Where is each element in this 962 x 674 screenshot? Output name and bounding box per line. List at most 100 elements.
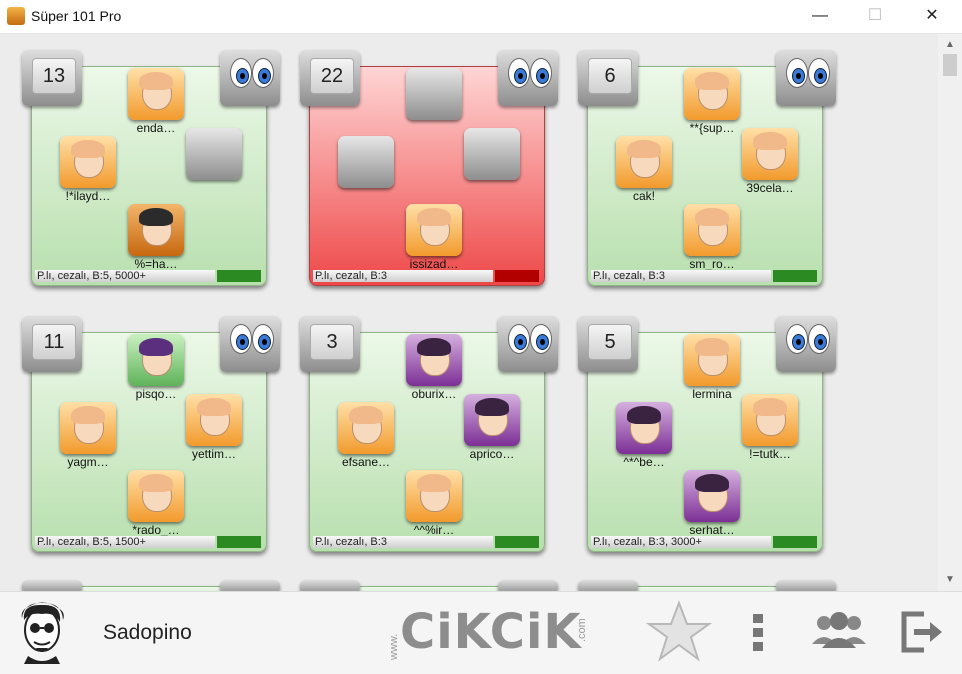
more-menu-icon[interactable] [746, 600, 770, 662]
minimize-button[interactable]: — [797, 0, 843, 33]
player-seat[interactable]: pisqo… [126, 334, 186, 401]
game-table[interactable]: 3 oburix… efsane… aprico… ^^%ir… P.lı, cezalı… [300, 316, 558, 556]
game-table[interactable]: 6 **{sup… cak! 39cela… sm_ro… P.lı, cezalı, B… [578, 50, 836, 290]
player-avatar[interactable] [60, 402, 116, 454]
table-number: 6 [588, 58, 632, 94]
empty-seat-button[interactable] [406, 68, 462, 120]
eyes-icon [506, 56, 552, 90]
game-table-partial[interactable] [22, 580, 280, 591]
maximize-button[interactable]: ☐ [852, 0, 898, 33]
player-avatar[interactable] [406, 204, 462, 256]
close-button[interactable]: ✕ [909, 0, 955, 33]
scroll-down-arrow-icon[interactable]: ▼ [938, 571, 962, 589]
player-avatar[interactable] [684, 204, 740, 256]
eye-icon [230, 324, 252, 354]
player-avatar[interactable] [338, 402, 394, 454]
player-seat[interactable]: ^^%ir… [404, 470, 464, 537]
player-name: aprico… [469, 447, 515, 461]
table-number: 13 [32, 58, 76, 94]
player-seat[interactable]: cak! [614, 136, 674, 203]
player-avatar[interactable] [128, 334, 184, 386]
scroll-up-arrow-icon[interactable]: ▲ [938, 36, 962, 54]
empty-seat[interactable] [336, 136, 396, 188]
table-number: 22 [310, 58, 354, 94]
player-avatar[interactable] [616, 402, 672, 454]
table-number-tab: 3 [300, 316, 360, 372]
game-table[interactable]: 22 issizad… P.lı, cezalı, B:3 [300, 50, 558, 290]
title-bar: Süper 101 Pro — ☐ ✕ [0, 0, 962, 34]
player-avatar[interactable] [742, 128, 798, 180]
player-seat[interactable]: enda… [126, 68, 186, 135]
table-rules: P.lı, cezalı, B:3 [591, 270, 771, 282]
watch-button[interactable] [220, 316, 280, 372]
vertical-scrollbar[interactable]: ▲ ▼ [938, 34, 962, 591]
player-seat[interactable]: issizad… [404, 204, 464, 271]
player-seat[interactable]: !=tutk… [740, 394, 800, 461]
player-avatar[interactable] [684, 470, 740, 522]
player-avatar[interactable] [742, 394, 798, 446]
game-table-partial[interactable] [578, 580, 836, 591]
player-seat[interactable]: **{sup… [682, 68, 742, 135]
player-avatar[interactable] [464, 394, 520, 446]
player-avatar[interactable] [186, 394, 242, 446]
player-seat[interactable]: !*ilayd… [58, 136, 118, 203]
game-table[interactable]: 11 pisqo… yagm… yettim… *rado_… P.lı, cezalı,… [22, 316, 280, 556]
player-seat[interactable]: aprico… [462, 394, 522, 461]
player-avatar[interactable] [128, 470, 184, 522]
empty-seat[interactable] [404, 68, 464, 120]
player-seat[interactable]: oburix… [404, 334, 464, 401]
username: Sadopino [103, 621, 192, 644]
player-avatar[interactable] [684, 68, 740, 120]
empty-seat-button[interactable] [464, 128, 520, 180]
pupil-icon [814, 334, 827, 350]
player-seat[interactable]: lermina [682, 334, 742, 401]
avatar-hair [753, 398, 787, 416]
player-avatar[interactable] [684, 334, 740, 386]
watch-button [776, 580, 836, 591]
avatar-hair [695, 72, 729, 90]
player-avatar[interactable] [128, 204, 184, 256]
empty-seat-button[interactable] [186, 128, 242, 180]
watch-button[interactable] [498, 316, 558, 372]
empty-seat-button[interactable] [338, 136, 394, 188]
player-avatar[interactable] [128, 68, 184, 120]
player-seat[interactable]: serhat… [682, 470, 742, 537]
player-seat[interactable]: ^*^be… [614, 402, 674, 469]
game-table-partial[interactable] [300, 580, 558, 591]
exit-icon[interactable] [900, 600, 944, 662]
player-avatar[interactable] [60, 136, 116, 188]
player-seat[interactable]: 39cela… [740, 128, 800, 195]
player-seat[interactable]: %=ha… [126, 204, 186, 271]
empty-seat[interactable] [462, 128, 522, 180]
pupil-icon [514, 334, 527, 350]
watch-button[interactable] [220, 50, 280, 106]
user-avatar[interactable] [14, 600, 70, 664]
friends-icon[interactable] [808, 600, 870, 662]
game-table[interactable]: 13 enda… !*ilayd… %=ha… P.lı, cezalı, B:5, 5… [22, 50, 280, 290]
eye-icon [230, 58, 252, 88]
logo-prefix: www. [388, 633, 400, 660]
empty-seat[interactable] [184, 128, 244, 180]
table-number-tab [300, 580, 360, 591]
player-avatar[interactable] [616, 136, 672, 188]
player-name: oburix… [411, 387, 457, 401]
watch-button[interactable] [776, 50, 836, 106]
watch-button[interactable] [776, 316, 836, 372]
player-avatar[interactable] [406, 334, 462, 386]
player-seat[interactable]: yettim… [184, 394, 244, 461]
table-status-bar [495, 270, 539, 282]
game-table[interactable]: 5 lermina ^*^be… !=tutk… serhat… P.lı, cezalı… [578, 316, 836, 556]
player-seat[interactable]: yagm… [58, 402, 118, 469]
player-name: !=tutk… [749, 447, 791, 461]
player-seat[interactable]: efsane… [336, 402, 396, 469]
eye-icon [786, 324, 808, 354]
scroll-thumb[interactable] [943, 54, 957, 76]
watch-button[interactable] [498, 50, 558, 106]
favorite-star-icon[interactable] [646, 600, 712, 662]
eye-icon [252, 324, 274, 354]
player-name: !*ilayd… [65, 189, 111, 203]
player-seat[interactable]: *rado_… [126, 470, 186, 537]
player-avatar[interactable] [406, 470, 462, 522]
player-name: lermina [692, 387, 732, 401]
player-seat[interactable]: sm_ro… [682, 204, 742, 271]
